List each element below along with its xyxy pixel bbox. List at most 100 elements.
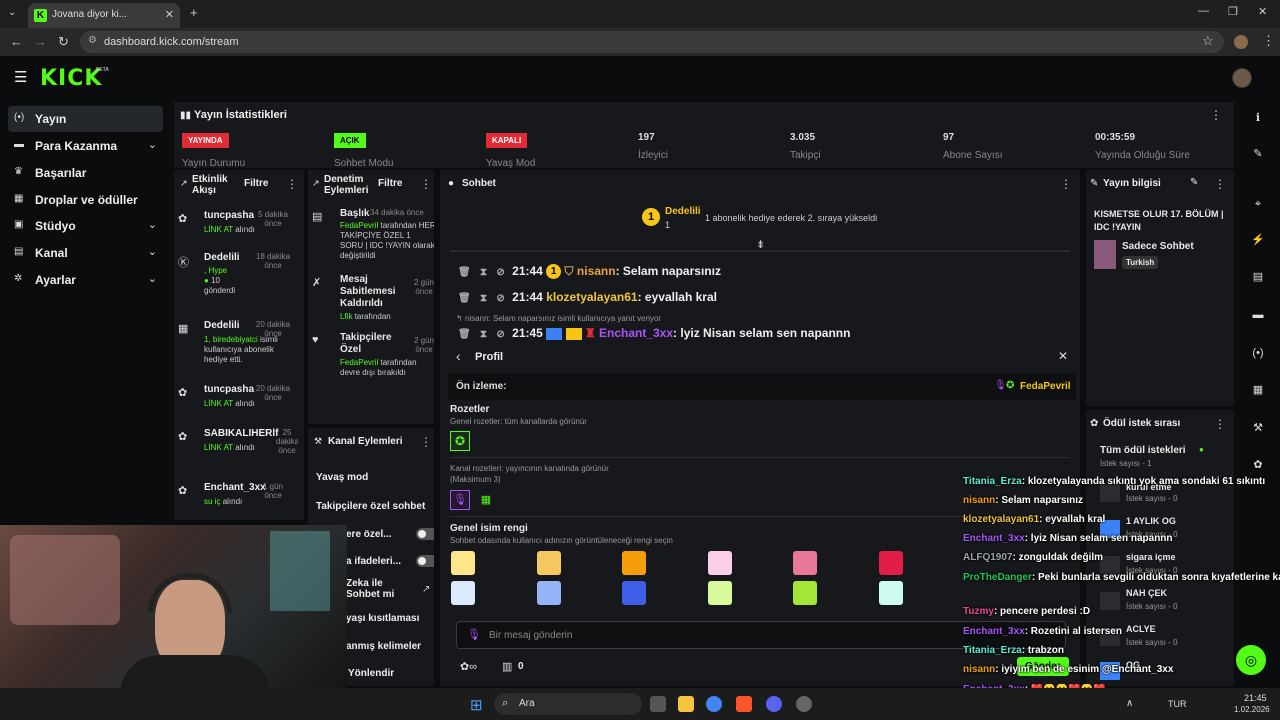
chat-message[interactable]: 🗑 ⧗ ⊘ 21:44 1 ⛉ nisann: Selam naparsınız <box>458 264 721 280</box>
moderation-menu-icon[interactable]: ⋮ <box>420 177 432 191</box>
help-button[interactable]: ◎ <box>1236 645 1266 675</box>
color-swatch[interactable] <box>793 581 817 605</box>
pinned-count: 1 <box>665 220 671 230</box>
color-swatch[interactable] <box>707 581 732 605</box>
tools-icon[interactable]: ⚒ <box>1248 418 1268 438</box>
tray-chevron-icon[interactable]: ∧ <box>1126 698 1133 709</box>
input-language[interactable]: TUR <box>1168 699 1187 709</box>
reward-name[interactable]: NAH ÇEK <box>1126 588 1167 598</box>
sidebar-item-droplar[interactable]: ▦ Droplar ve ödüller <box>8 187 163 213</box>
timeout-icon[interactable]: ⧗ <box>480 329 487 340</box>
tab-close-icon[interactable]: ✕ <box>165 8 174 21</box>
new-tab-button[interactable]: + <box>190 5 198 20</box>
close-icon[interactable]: ✕ <box>1058 349 1068 363</box>
followers-only-action[interactable]: Takipçilere özel sohbet› <box>316 501 434 512</box>
sidebar-item-ayarlar[interactable]: ✲ Ayarlar ⌄ <box>8 267 163 293</box>
message-user[interactable]: Enchant_3xx <box>599 326 673 340</box>
ban-icon[interactable]: ⊘ <box>496 293 504 304</box>
back-arrow-icon[interactable]: ‹ <box>456 348 461 364</box>
ban-icon[interactable]: ⊘ <box>496 329 504 340</box>
taskbar-search[interactable]: ⌕ Ara <box>494 693 642 715</box>
sidebar-item-basarilar[interactable]: ♛ Başarılar <box>8 160 163 186</box>
color-swatch[interactable] <box>451 551 475 575</box>
subs-only-toggle[interactable] <box>416 528 434 540</box>
lightning-icon[interactable]: ⚡ <box>1248 230 1268 250</box>
back-icon[interactable]: ← <box>10 34 23 49</box>
rewards-menu-icon[interactable]: ⋮ <box>1214 417 1226 431</box>
maximize-icon[interactable]: ❐ <box>1228 5 1238 18</box>
points-icon[interactable]: ▥ <box>502 660 512 673</box>
moderation-actor: FedaPevril <box>340 358 379 367</box>
address-bar[interactable]: ⚙ dashboard.kick.com/stream <box>80 31 1224 53</box>
edit-icon[interactable]: ✎ <box>1190 177 1198 188</box>
timeout-icon[interactable]: ⧗ <box>480 293 487 304</box>
color-swatch[interactable] <box>878 581 903 605</box>
chat-message[interactable]: 🗑 ⧗ ⊘ 21:45 ♜ Enchant_3xx: lyiz Nisan se… <box>458 326 850 340</box>
file-explorer-icon[interactable] <box>678 696 694 712</box>
ban-icon[interactable]: ⊘ <box>496 267 504 278</box>
sidebar-item-para-kazanma[interactable]: ▬ Para Kazanma ⌄ <box>8 133 163 159</box>
profile-avatar-icon[interactable] <box>1234 35 1248 49</box>
sidebar-item-yayin[interactable]: (•) Yayın <box>8 106 163 132</box>
task-view-icon[interactable] <box>650 696 666 712</box>
activity-menu-icon[interactable]: ⋮ <box>286 177 298 191</box>
delete-icon[interactable]: 🗑 <box>458 329 471 340</box>
broadcast-icon[interactable]: (•) <box>1248 343 1268 363</box>
moderation-filter-button[interactable]: Filtre <box>378 178 402 189</box>
minimize-icon[interactable]: — <box>1198 5 1209 17</box>
layout-icon[interactable]: ▦ <box>1248 380 1268 400</box>
hamburger-menu-icon[interactable]: ☰ <box>14 68 27 86</box>
chrome-icon[interactable] <box>706 696 722 712</box>
timeout-icon[interactable]: ⧗ <box>480 267 487 278</box>
color-swatch[interactable] <box>878 551 903 575</box>
activity-filter-button[interactable]: Filtre <box>244 178 268 189</box>
chat-menu-icon[interactable]: ⋮ <box>1060 177 1072 191</box>
stream-info-menu-icon[interactable]: ⋮ <box>1214 177 1226 191</box>
discord-icon[interactable] <box>766 696 782 712</box>
color-swatch[interactable] <box>793 551 817 575</box>
mic-badge-option[interactable]: 🎙 <box>450 490 470 510</box>
clock-date[interactable]: 1.02.2026 <box>1234 705 1270 714</box>
message-user[interactable]: nisann <box>577 264 616 278</box>
user-avatar[interactable] <box>1232 68 1252 88</box>
emote-only-toggle[interactable] <box>416 555 434 567</box>
kick-logo[interactable]: KICK <box>40 66 102 91</box>
forward-icon[interactable]: → <box>34 34 47 49</box>
clock-time[interactable]: 21:45 <box>1244 693 1267 703</box>
chat-message[interactable]: 🗑 ⧗ ⊘ 21:44 klozetyalayan61: eyvallah kr… <box>458 290 717 304</box>
tab-list-icon[interactable]: ⌄ <box>8 7 16 18</box>
message-user[interactable]: klozetyalayan61 <box>546 290 637 304</box>
bookmark-star-icon[interactable]: ☆ <box>1202 33 1214 49</box>
color-swatch[interactable] <box>707 551 732 575</box>
chat-icon[interactable]: ▬ <box>1248 305 1268 325</box>
delete-icon[interactable]: 🗑 <box>458 267 471 278</box>
app-icon[interactable] <box>796 696 812 712</box>
sidebar-item-kanal[interactable]: ▤ Kanal ⌄ <box>8 240 163 266</box>
delete-icon[interactable]: 🗑 <box>458 293 471 304</box>
color-swatch[interactable] <box>536 581 561 605</box>
brave-icon[interactable] <box>736 696 752 712</box>
channel-actions-menu-icon[interactable]: ⋮ <box>420 435 432 449</box>
reload-icon[interactable]: ↻ <box>58 34 69 50</box>
kicks-icon[interactable]: ✿ <box>1248 455 1268 475</box>
color-swatch[interactable] <box>622 551 646 575</box>
sidebar-item-studyo[interactable]: ▣ Stüdyo ⌄ <box>8 213 163 239</box>
color-swatch[interactable] <box>536 551 561 575</box>
browser-tab[interactable]: K Jovana diyor ki... ✕ <box>28 3 180 28</box>
camera-icon[interactable]: ⌖ <box>1248 194 1268 214</box>
site-info-icon[interactable]: ⚙ <box>88 35 97 46</box>
global-badge-option[interactable]: ✪ <box>450 431 470 451</box>
all-rewards-label[interactable]: Tüm ödül istekleri <box>1100 445 1186 456</box>
color-swatch[interactable] <box>622 581 646 605</box>
info-icon[interactable]: ℹ <box>1248 108 1268 128</box>
windows-start-icon[interactable]: ⊞ <box>470 696 483 714</box>
clipboard-icon[interactable]: ▤ <box>1248 267 1268 287</box>
color-swatch[interactable] <box>451 581 475 605</box>
stats-menu-icon[interactable]: ⋮ <box>1210 108 1222 122</box>
kicks-icon[interactable]: ✿∞ <box>460 660 477 673</box>
pencil-icon[interactable]: ✎ <box>1248 144 1268 164</box>
gift-badge-option[interactable]: ▦ <box>476 490 496 510</box>
close-window-icon[interactable]: ✕ <box>1258 5 1267 18</box>
browser-menu-icon[interactable]: ⋮ <box>1262 33 1275 49</box>
slow-mode-action[interactable]: Yavaş mod› <box>316 472 434 483</box>
